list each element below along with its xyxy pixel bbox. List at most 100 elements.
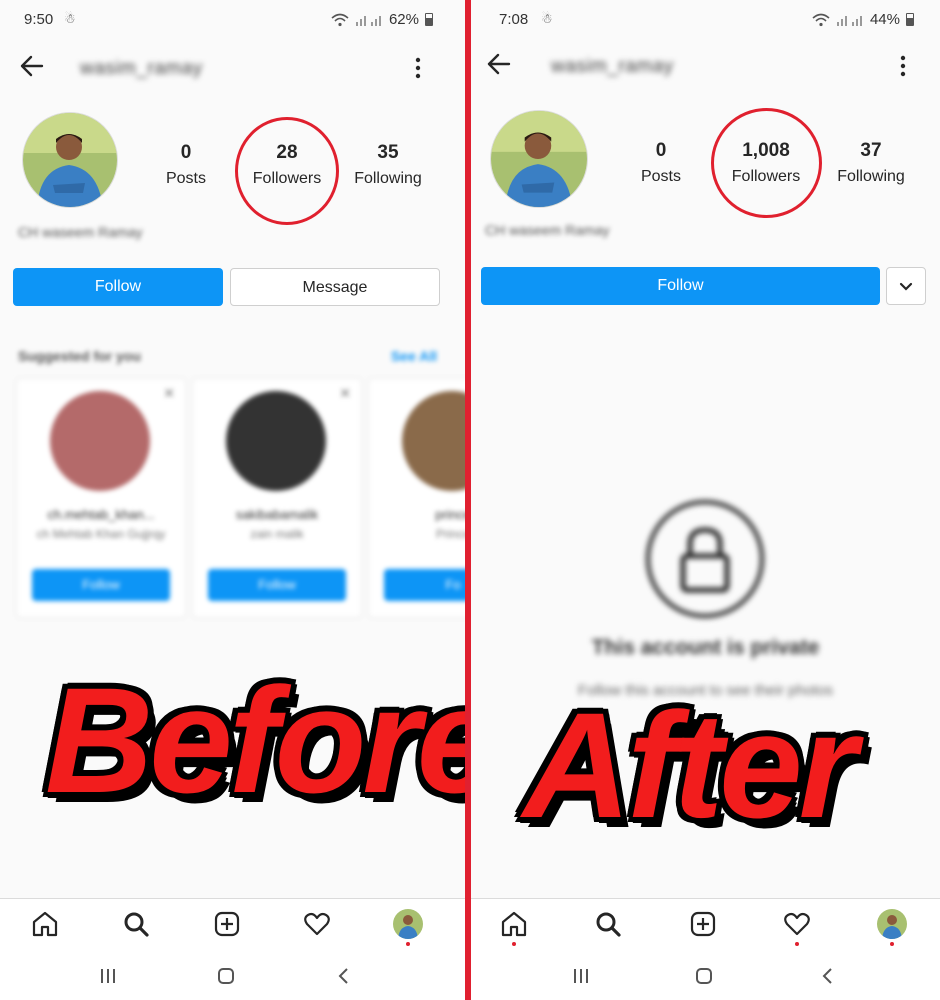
stat-posts[interactable]: 0 Posts xyxy=(141,142,231,188)
posts-count: 0 xyxy=(655,140,667,161)
close-icon[interactable]: ✕ xyxy=(339,385,351,402)
chevron-down-icon xyxy=(899,282,913,291)
system-nav xyxy=(0,952,465,1000)
heart-icon[interactable] xyxy=(302,909,332,939)
more-vertical-icon[interactable] xyxy=(898,54,908,78)
notification-dot xyxy=(795,942,799,946)
notification-dot xyxy=(512,942,516,946)
bio-name: CH waseem Ramay xyxy=(485,222,610,238)
notification-dot xyxy=(890,942,894,946)
before-screen: 9:50 ☃ 62% wasim_ramay 0 Posts 28 Follow… xyxy=(0,0,465,1000)
battery-percent: 62% xyxy=(388,11,419,28)
followers-count: 1,008 xyxy=(742,140,790,161)
profile-avatar-icon[interactable] xyxy=(393,909,423,939)
avatar-photo xyxy=(491,111,587,207)
after-screen: 7:08 ☃ 44% wasim_ramay 0 Posts 1,008 Fol… xyxy=(471,0,940,1000)
notification-icon: ☃ xyxy=(64,11,76,26)
profile-header: wasim_ramay xyxy=(471,46,940,86)
heart-icon[interactable] xyxy=(782,909,812,939)
more-vertical-icon[interactable] xyxy=(413,56,423,80)
battery-percent: 44% xyxy=(869,11,900,28)
status-time: 9:50 xyxy=(24,11,54,28)
private-account-notice: This account is private Follow this acco… xyxy=(471,500,940,710)
profile-avatar[interactable] xyxy=(22,112,118,208)
system-indicators: 62% xyxy=(331,11,433,28)
followers-label: Followers xyxy=(252,170,322,187)
battery-icon xyxy=(425,13,433,26)
add-post-icon[interactable] xyxy=(212,909,242,939)
message-button[interactable]: Message xyxy=(230,268,440,306)
suggestion-avatar xyxy=(226,391,326,491)
wifi-icon xyxy=(812,13,830,26)
profile-avatar-icon[interactable] xyxy=(877,909,907,939)
back-chevron-icon[interactable] xyxy=(816,964,840,988)
see-all-link[interactable]: See All xyxy=(391,348,437,364)
status-bar: 7:08 ☃ 44% xyxy=(471,8,940,32)
stat-following[interactable]: 37 Following xyxy=(826,140,916,186)
suggested-section: Suggested for you See All ✕ ch.mehtab_kh… xyxy=(0,340,465,620)
recent-apps-icon[interactable] xyxy=(96,964,120,988)
suggestion-subtitle: ch Mehtab Khan Gujjrqy xyxy=(36,527,166,541)
avatar-photo xyxy=(23,113,117,207)
following-label: Following xyxy=(354,170,422,187)
home-button-icon[interactable] xyxy=(692,964,716,988)
private-title: This account is private xyxy=(591,636,820,659)
status-bar: 9:50 ☃ 62% xyxy=(0,8,465,32)
stat-followers[interactable]: 1,008 Followers xyxy=(721,140,811,186)
bottom-nav xyxy=(471,898,940,952)
bio-name: CH waseem Ramay xyxy=(18,224,143,240)
close-icon[interactable]: ✕ xyxy=(163,385,175,402)
suggestion-follow-button[interactable]: Fo xyxy=(384,569,465,601)
profile-avatar[interactable] xyxy=(490,110,588,208)
username-title: wasim_ramay xyxy=(80,58,203,79)
wifi-icon xyxy=(331,13,349,26)
follow-button[interactable]: Follow xyxy=(481,267,880,305)
follow-button[interactable]: Follow xyxy=(13,268,223,306)
arrow-left-icon[interactable] xyxy=(18,52,46,80)
suggestion-name: sakibabamalik xyxy=(235,507,319,522)
suggestion-card[interactable]: ✕ sakibabamalik zain malik Follow xyxy=(192,378,362,618)
following-count: 35 xyxy=(377,142,399,163)
stat-following[interactable]: 35 Following xyxy=(343,142,433,188)
stat-posts[interactable]: 0 Posts xyxy=(616,140,706,186)
suggestions-toggle-button[interactable] xyxy=(886,267,926,305)
suggestion-card[interactable]: prince Prince Fo xyxy=(368,378,465,618)
signal-icon xyxy=(355,15,381,26)
arrow-left-icon[interactable] xyxy=(485,50,513,78)
suggestion-follow-button[interactable]: Follow xyxy=(32,569,170,601)
following-label: Following xyxy=(837,168,905,185)
status-time: 7:08 xyxy=(499,11,529,28)
bottom-nav xyxy=(0,898,465,952)
stat-followers[interactable]: 28 Followers xyxy=(242,142,332,188)
followers-label: Followers xyxy=(731,168,801,185)
posts-count: 0 xyxy=(180,142,192,163)
posts-label: Posts xyxy=(640,168,681,185)
after-label: After xyxy=(523,681,857,849)
profile-header: wasim_ramay xyxy=(0,48,465,88)
suggestion-avatar xyxy=(50,391,150,491)
username-title: wasim_ramay xyxy=(551,56,674,77)
search-icon[interactable] xyxy=(121,909,151,939)
signal-icon xyxy=(836,15,862,26)
suggestion-avatar xyxy=(402,391,465,491)
home-icon[interactable] xyxy=(30,909,60,939)
add-post-icon[interactable] xyxy=(688,909,718,939)
suggestion-card[interactable]: ✕ ch.mehtab_khan... ch Mehtab Khan Gujjr… xyxy=(16,378,186,618)
suggestion-name: prince xyxy=(435,507,465,522)
followers-count: 28 xyxy=(276,142,298,163)
lock-icon xyxy=(646,500,764,618)
before-label: Before xyxy=(45,656,465,824)
battery-icon xyxy=(906,13,914,26)
suggestion-follow-button[interactable]: Follow xyxy=(208,569,346,601)
system-nav xyxy=(471,952,940,1000)
search-icon[interactable] xyxy=(593,909,623,939)
system-indicators: 44% xyxy=(812,11,914,28)
home-button-icon[interactable] xyxy=(214,964,238,988)
notification-icon: ☃ xyxy=(541,11,553,26)
back-chevron-icon[interactable] xyxy=(332,964,356,988)
recent-apps-icon[interactable] xyxy=(569,964,593,988)
home-icon[interactable] xyxy=(499,909,529,939)
suggestion-subtitle: zain malik xyxy=(250,527,304,541)
suggestion-name: ch.mehtab_khan... xyxy=(47,507,155,522)
suggestion-subtitle: Prince xyxy=(435,527,465,541)
